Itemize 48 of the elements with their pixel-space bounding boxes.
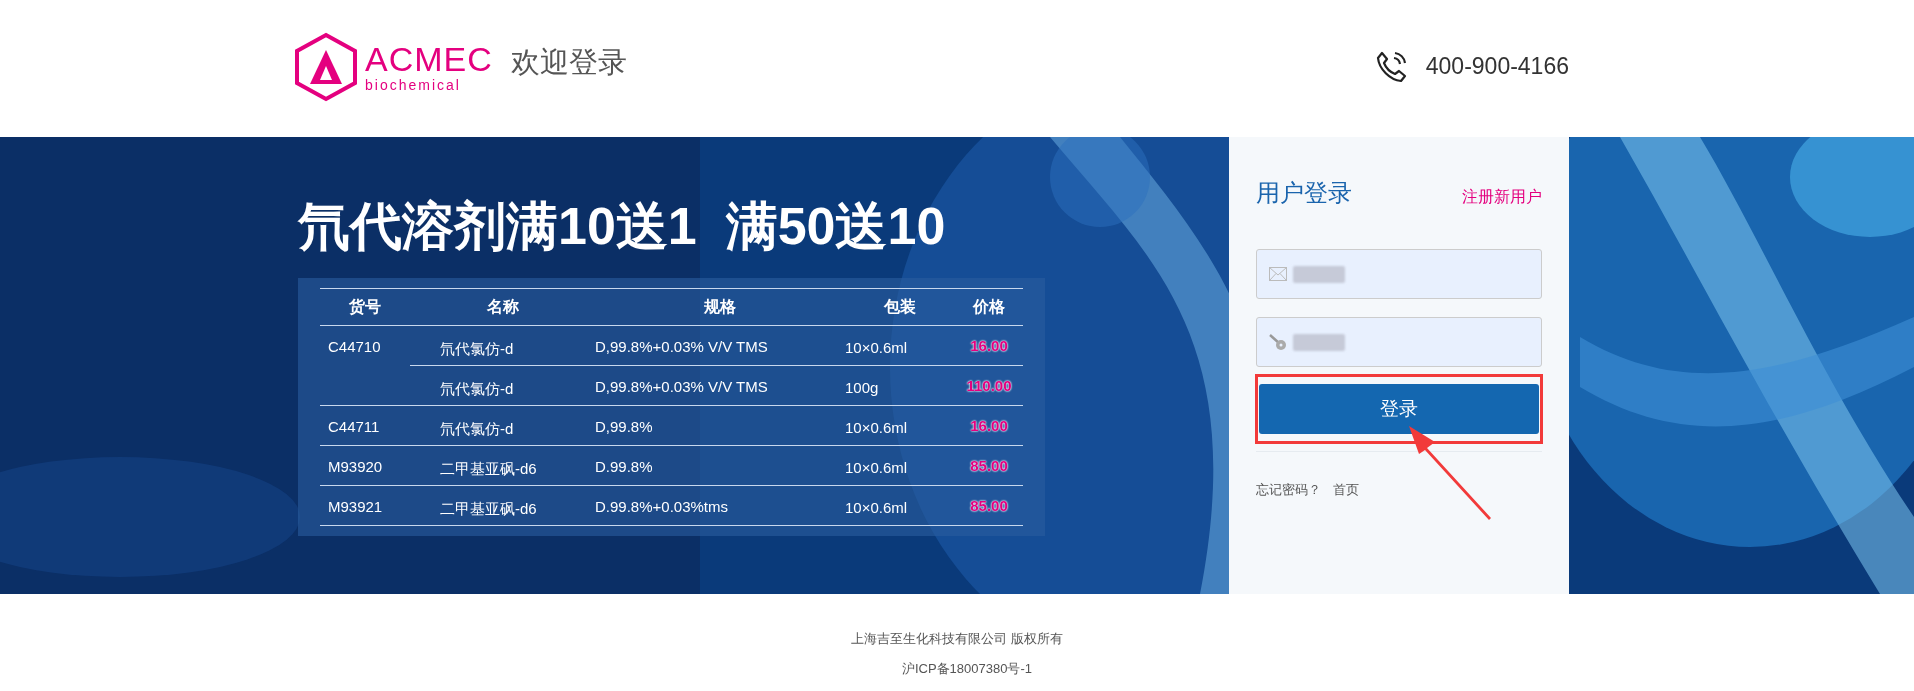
table-cell-text: 氘代氯仿-d	[439, 418, 515, 439]
table-cell-text: 10×0.6ml	[845, 457, 909, 478]
price-cell-text: 85.00	[969, 455, 1009, 476]
column-header: 价格	[971, 297, 1006, 317]
login-button[interactable]: 登录	[1259, 384, 1539, 434]
hexagon-logo-icon	[293, 31, 359, 102]
table-cell-text: 10×0.6ml	[845, 417, 909, 438]
table-cell-text: C44711	[327, 417, 381, 437]
table-cell-text: 二甲基亚砜-d6	[439, 498, 538, 519]
column-header: 货号	[348, 297, 382, 318]
table-cell-text: C44710	[327, 337, 382, 357]
envelope-icon	[1269, 267, 1287, 281]
redacted-value	[1293, 265, 1345, 283]
table-cell-text: 10×0.6ml	[845, 497, 909, 518]
column-header: 包装	[883, 297, 917, 317]
table-cell-text: D.99.8%	[595, 456, 654, 477]
text-link[interactable]: 首页	[1333, 480, 1359, 500]
promo-headline: 氘代溶剂满10送1 满50送10	[298, 200, 947, 252]
price-cell-text: 16.00	[969, 415, 1009, 436]
email-field[interactable]	[1256, 249, 1542, 299]
table-cell-text: 二甲基亚砜-d6	[439, 458, 538, 479]
table-cell-text: 10×0.6ml	[845, 337, 909, 358]
register-link[interactable]: 注册新用户	[1462, 185, 1542, 209]
brand-name: ACMEC	[365, 41, 493, 76]
copyright-text: 上海吉至生化科技有限公司 版权所有	[851, 630, 1063, 648]
table-cell-text: D,99.8%+0.03% V/V TMS	[595, 336, 769, 357]
price-cell-text: 110.00	[965, 375, 1013, 396]
price-cell-text: 16.00	[969, 335, 1009, 356]
redacted-value	[1293, 333, 1345, 351]
table-cell-text: D,99.8%	[595, 416, 654, 437]
table-cell-text: 氘代氯仿-d	[439, 338, 515, 359]
column-header: 规格	[703, 297, 737, 317]
table-cell-text: D.99.8%+0.03%tms	[595, 496, 729, 517]
table-cell-text: M93920	[327, 457, 384, 477]
table-cell-text: 100g	[845, 377, 880, 398]
price-cell-text: 85.00	[969, 495, 1009, 516]
table-cell-text: M93921	[327, 497, 384, 517]
table-cell-text: 氘代氯仿-d	[439, 378, 515, 399]
panel-title: 用户登录	[1256, 178, 1352, 208]
password-field[interactable]	[1256, 317, 1542, 367]
table-cell-text: D,99.8%+0.03% V/V TMS	[595, 376, 769, 397]
key-icon	[1269, 333, 1287, 351]
column-header: 名称	[485, 297, 520, 317]
text-link[interactable]: 忘记密码？	[1256, 480, 1321, 500]
phone-number: 400-900-4166	[1425, 52, 1569, 82]
brand-subtitle: biochemical	[365, 77, 462, 92]
icp-text: 沪ICP备18007380号-1	[901, 659, 1033, 678]
page-title: 欢迎登录	[510, 44, 627, 80]
